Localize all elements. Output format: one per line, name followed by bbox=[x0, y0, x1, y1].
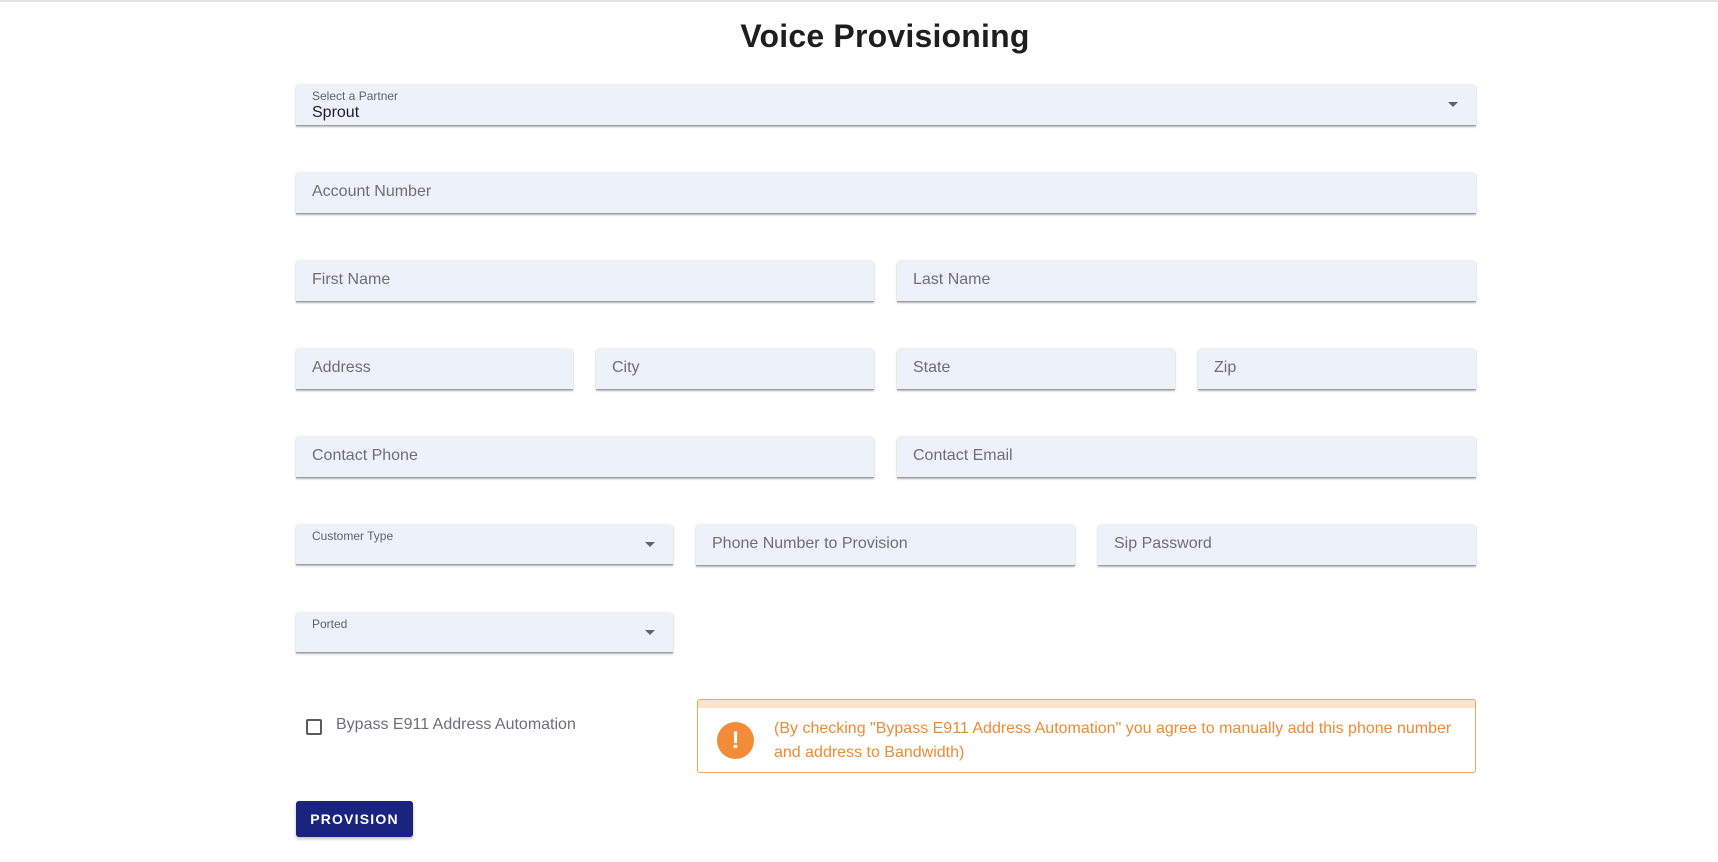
city-field[interactable]: City bbox=[596, 348, 874, 390]
alert-message: (By checking "Bypass E911 Address Automa… bbox=[774, 720, 1452, 761]
ported-label: Ported bbox=[312, 617, 348, 631]
sip-password-field[interactable]: Sip Password bbox=[1098, 524, 1476, 566]
address-placeholder: Address bbox=[312, 359, 371, 376]
contact-phone-placeholder: Contact Phone bbox=[312, 447, 418, 464]
page-title: Voice Provisioning bbox=[740, 18, 1030, 54]
account-number-placeholder: Account Number bbox=[312, 183, 432, 200]
phone-number-field[interactable]: Phone Number to Provision bbox=[696, 524, 1075, 566]
state-field[interactable]: State bbox=[897, 348, 1175, 390]
partner-select[interactable]: Select a Partner Sprout bbox=[296, 84, 1476, 126]
last-name-field[interactable]: Last Name bbox=[897, 260, 1476, 302]
provision-button[interactable]: PROVISION bbox=[296, 801, 413, 837]
state-placeholder: State bbox=[913, 359, 951, 376]
partner-select-value: Sprout bbox=[312, 104, 360, 121]
city-placeholder: City bbox=[612, 359, 640, 376]
first-name-field[interactable]: First Name bbox=[296, 260, 874, 302]
account-number-field[interactable]: Account Number bbox=[296, 172, 1476, 214]
contact-email-placeholder: Contact Email bbox=[913, 447, 1013, 464]
warning-alert: ! (By checking "Bypass E911 Address Auto… bbox=[697, 699, 1476, 773]
exclamation-icon: ! bbox=[717, 722, 754, 759]
address-field[interactable]: Address bbox=[296, 348, 573, 390]
partner-select-label: Select a Partner bbox=[312, 89, 399, 103]
zip-field[interactable]: Zip bbox=[1198, 348, 1476, 390]
sip-password-placeholder: Sip Password bbox=[1114, 535, 1212, 552]
bypass-e911-checkbox[interactable] bbox=[306, 719, 322, 735]
top-divider bbox=[0, 0, 1718, 2]
alert-top-band bbox=[698, 700, 1475, 708]
contact-email-field[interactable]: Contact Email bbox=[897, 436, 1476, 478]
customer-type-label: Customer Type bbox=[312, 529, 394, 543]
last-name-placeholder: Last Name bbox=[913, 271, 991, 288]
customer-type-select[interactable]: Customer Type bbox=[296, 524, 673, 565]
chevron-down-icon bbox=[645, 542, 655, 547]
chevron-down-icon bbox=[1448, 102, 1458, 107]
first-name-placeholder: First Name bbox=[312, 271, 391, 288]
bypass-e911-label: Bypass E911 Address Automation bbox=[336, 716, 576, 733]
zip-placeholder: Zip bbox=[1214, 359, 1237, 376]
ported-select[interactable]: Ported bbox=[296, 612, 673, 653]
phone-number-placeholder: Phone Number to Provision bbox=[712, 535, 908, 552]
contact-phone-field[interactable]: Contact Phone bbox=[296, 436, 874, 478]
chevron-down-icon bbox=[645, 630, 655, 635]
